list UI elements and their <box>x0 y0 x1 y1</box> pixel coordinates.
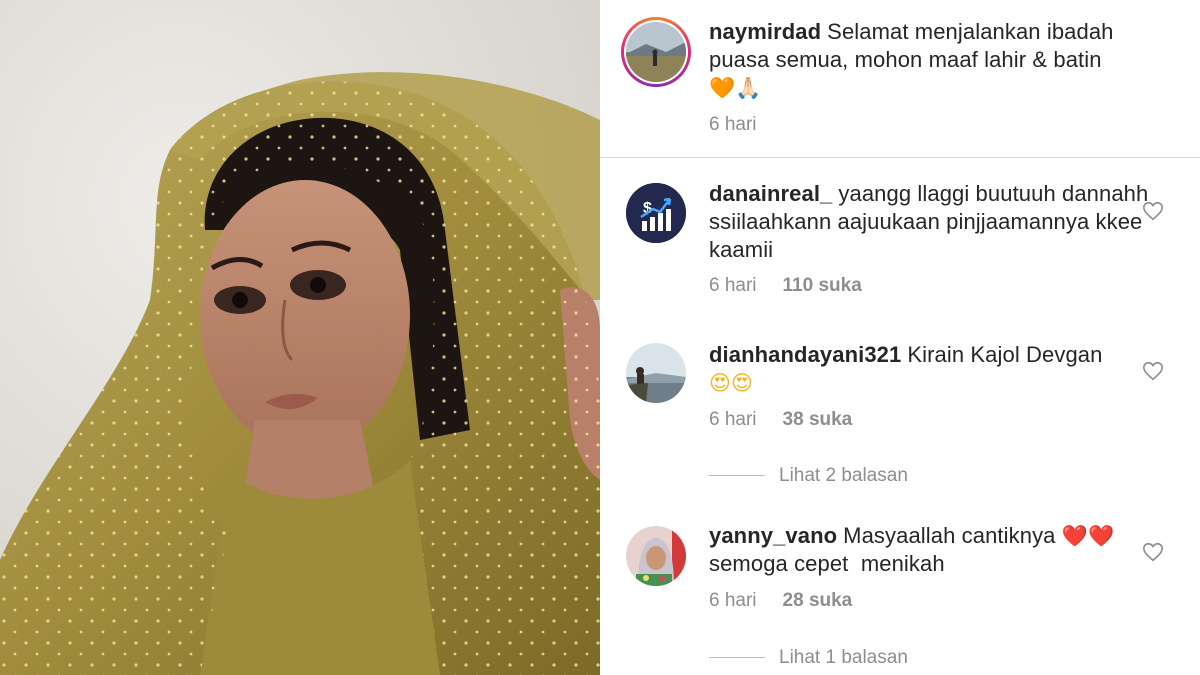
replies-line <box>709 475 765 477</box>
caption-text: naymirdad Selamat menjalankan ibadah puas… <box>709 18 1149 102</box>
comment-meta: 6 hari 28 suka <box>709 590 852 612</box>
comment-emojis: ❤️❤️ <box>1061 524 1115 548</box>
comment-likes[interactable]: 28 suka <box>783 590 853 611</box>
divider <box>600 157 1200 158</box>
comment-text: yanny_vano Masyaallah cantiknya ❤️❤️ semo… <box>709 522 1149 578</box>
comments-panel: naymirdad Selamat menjalankan ibadah puas… <box>600 0 1200 675</box>
post-photo <box>0 0 600 675</box>
story-ring[interactable] <box>621 17 691 87</box>
comment-text: dianhandayani321 Kirain Kajol Devgan 😍😍 <box>709 341 1149 397</box>
heart-icon[interactable] <box>1142 360 1164 382</box>
comment-time[interactable]: 6 hari <box>709 275 757 296</box>
view-replies-button[interactable]: Lihat 1 balasan <box>709 647 908 671</box>
avatar[interactable] <box>626 526 686 586</box>
comment-body: Masyaallah cantiknya <box>843 523 1056 548</box>
comment-body-line2: semoga cepet menikah <box>709 551 945 576</box>
comment-username[interactable]: yanny_vano <box>709 523 837 548</box>
view-replies-button[interactable]: Lihat 2 balasan <box>709 465 908 489</box>
comment-likes[interactable]: 38 suka <box>783 409 853 430</box>
caption-username[interactable]: naymirdad <box>709 19 821 44</box>
comment-meta: 6 hari 38 suka <box>709 409 852 431</box>
caption-time[interactable]: 6 hari <box>709 114 757 135</box>
avatar[interactable]: $ <box>626 183 686 243</box>
replies-line <box>709 657 765 659</box>
comment-username[interactable]: danainreal_ <box>709 181 832 206</box>
comment-meta: 6 hari 110 suka <box>709 275 862 297</box>
caption-meta: 6 hari <box>709 114 757 136</box>
portrait-illustration <box>0 0 600 675</box>
comment-time[interactable]: 6 hari <box>709 590 757 611</box>
caption-emojis: 🧡🙏🏻 <box>709 76 762 100</box>
replies-label: Lihat 1 balasan <box>779 647 908 668</box>
avatar[interactable] <box>626 22 686 82</box>
replies-label: Lihat 2 balasan <box>779 465 908 486</box>
comment-time[interactable]: 6 hari <box>709 409 757 430</box>
heart-icon[interactable] <box>1142 200 1164 222</box>
comment-emojis: 😍😍 <box>709 371 753 395</box>
avatar-person-image <box>626 526 686 586</box>
avatar[interactable] <box>626 343 686 403</box>
comment-body: Kirain Kajol Devgan <box>907 342 1103 367</box>
comment-likes[interactable]: 110 suka <box>783 275 862 296</box>
avatar-landscape-image <box>626 343 686 403</box>
comment-username[interactable]: dianhandayani321 <box>709 342 901 367</box>
heart-icon[interactable] <box>1142 541 1164 563</box>
comment-text: danainreal_ yaangg llaggi buutuuh dannahh… <box>709 180 1149 264</box>
avatar-landscape-image <box>626 22 686 82</box>
finance-chart-icon: $ <box>626 183 686 243</box>
